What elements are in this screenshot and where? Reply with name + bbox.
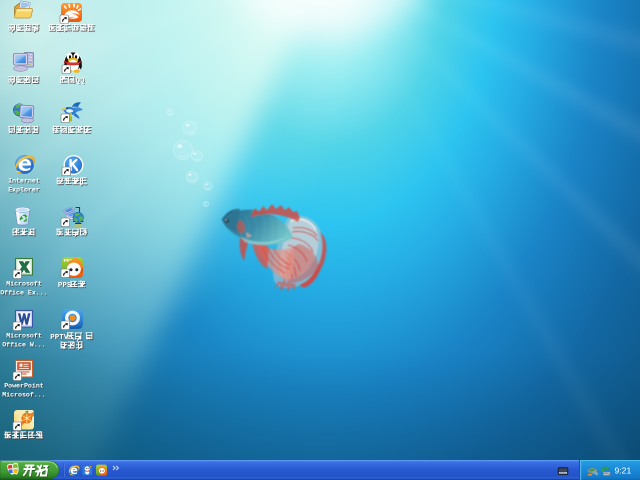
svg-text:QQ: QQ <box>76 77 86 85</box>
svg-text:PPS: PPS <box>58 282 72 290</box>
svg-text:Microsoft: Microsoft <box>6 333 42 340</box>
svg-text:Explorer: Explorer <box>8 187 40 194</box>
svg-text:Office Ex...: Office Ex... <box>0 290 47 297</box>
svg-text:PPTV: PPTV <box>50 334 69 342</box>
svg-text:Microsoft: Microsoft <box>6 281 42 288</box>
svg-text:Office W...: Office W... <box>2 342 46 349</box>
svg-text:PowerPoint: PowerPoint <box>4 383 44 390</box>
svg-text:9:21: 9:21 <box>615 466 632 476</box>
svg-text:Microsof...: Microsof... <box>2 392 46 399</box>
svg-text:Internet: Internet <box>8 178 40 185</box>
